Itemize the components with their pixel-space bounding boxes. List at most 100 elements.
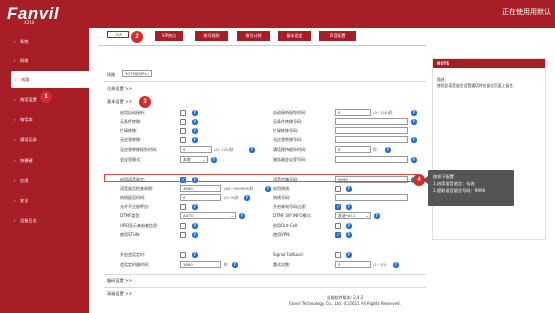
info-icon[interactable]: ? — [346, 186, 352, 192]
info-icon[interactable]: ? — [411, 137, 417, 143]
sidebar-item-function-key[interactable]: › 快捷键 — [10, 152, 89, 169]
row-label: 热线延迟时间: — [120, 195, 146, 200]
instruction-tooltip: 按如下配置 1.启用语音留言：勾选 2.提取语音留言号码：9999 — [423, 170, 514, 206]
section-register-settings[interactable]: 注册设置 >> — [107, 86, 132, 92]
info-icon[interactable]: ? — [192, 137, 198, 143]
forward-unconditional-checkbox[interactable] — [180, 119, 186, 125]
caller-display-checkbox[interactable] — [180, 223, 186, 229]
info-icon[interactable]: ? — [192, 223, 198, 229]
busy-number-input[interactable] — [335, 127, 408, 134]
stun-checkbox[interactable] — [180, 232, 186, 238]
row-label: 通话保持振铃时间: — [273, 147, 307, 152]
row-label: 会议室模式: — [120, 157, 142, 162]
tab-sip[interactable]: SIP — [107, 31, 129, 38]
conference-mode-select[interactable]: 本地 ⌄ — [180, 156, 208, 163]
hotline-delay-input[interactable]: 0 — [180, 194, 221, 201]
info-icon[interactable]: ? — [411, 157, 417, 163]
row-label: 忙碌转移号码: — [273, 128, 299, 133]
out-call-checkbox[interactable] — [335, 223, 341, 229]
info-icon[interactable]: ? — [411, 110, 417, 116]
info-icon[interactable]: ? — [249, 147, 255, 153]
auto-answer-checkbox[interactable] — [180, 110, 186, 116]
dtmf-type-select[interactable]: AUTO ⌄ — [180, 212, 236, 219]
row-label: DTMF类型: — [120, 213, 141, 218]
info-icon[interactable]: ? — [239, 213, 245, 219]
info-icon[interactable]: ? — [192, 252, 198, 258]
info-icon[interactable]: ? — [192, 204, 198, 210]
sidebar-item-call-log[interactable]: › 通话记录 — [10, 131, 89, 148]
info-icon[interactable]: ? — [244, 195, 250, 201]
session-timer-checkbox[interactable] — [180, 252, 186, 258]
info-icon[interactable]: ? — [211, 157, 217, 163]
row-label: 无应答转移振铃时间: — [120, 147, 158, 152]
session-timer-input[interactable]: 1800 — [180, 261, 221, 268]
chevron-down-icon: ⌄ — [146, 71, 150, 76]
row-label: DTMF SIP INFO模式: — [273, 213, 312, 218]
info-icon[interactable]: ? — [265, 186, 271, 192]
tab-dial-rule[interactable]: 拨号规则 — [195, 31, 228, 41]
section-codec-settings[interactable]: 编码设置 >> — [107, 278, 132, 284]
chevron-down-icon: ⌄ — [230, 213, 234, 218]
sidebar-item-application[interactable]: › 应用 — [10, 172, 89, 189]
highlight-frame — [104, 174, 420, 182]
sidebar-item-line[interactable]: › 线路 — [11, 71, 89, 88]
top-bar: Fanvil X210 正在使用用默认 — [0, 0, 555, 28]
retry-count-input[interactable]: 3 — [335, 261, 371, 268]
info-icon[interactable]: ? — [411, 119, 417, 125]
forward-busy-checkbox[interactable] — [180, 128, 186, 134]
unit-label: (0~120)秒 — [214, 147, 234, 152]
info-icon[interactable]: ? — [393, 262, 399, 268]
conference-number-input[interactable] — [335, 156, 408, 163]
sidebar-item-network[interactable]: › 网络 — [10, 52, 89, 69]
row-label: 热线号码: — [273, 195, 291, 200]
auto-answer-time-input[interactable]: 5 — [335, 109, 371, 116]
info-icon[interactable]: ? — [346, 252, 352, 258]
info-icon[interactable]: ? — [192, 119, 198, 125]
info-icon[interactable]: ? — [232, 262, 238, 268]
info-icon[interactable]: ? — [192, 110, 198, 116]
signal-fallback-checkbox[interactable] — [335, 252, 341, 258]
unconditional-number-input[interactable] — [335, 118, 408, 125]
info-icon[interactable]: ? — [192, 128, 198, 134]
unregistered-call-checkbox[interactable] — [180, 204, 186, 210]
section-advanced-settings[interactable]: 高级设置 >> — [107, 291, 132, 297]
tab-dial-plan[interactable]: 拨号计划 — [237, 31, 270, 41]
section-basic-settings[interactable]: 基本设置 >> — [107, 99, 132, 105]
info-icon[interactable]: ? — [346, 223, 352, 229]
hold-ring-time-input[interactable]: 0 — [335, 146, 371, 153]
info-icon[interactable]: ? — [346, 204, 352, 210]
row-label: 开启来电号码过滤: — [273, 204, 307, 209]
forward-no-answer-checkbox[interactable] — [180, 137, 186, 143]
chevron-down-icon: ⌄ — [365, 213, 369, 218]
unit-label: (0~120)秒 — [373, 110, 393, 115]
sidebar-item-system[interactable]: › 系统 — [10, 33, 89, 50]
mwi-period-input[interactable]: 3600 — [180, 185, 221, 192]
vpn-checkbox[interactable] — [335, 232, 341, 238]
info-icon[interactable]: ? — [385, 147, 391, 153]
hotline-number-input[interactable] — [335, 194, 408, 201]
line-select[interactable]: 5073@SIP1 ⌄ — [122, 70, 152, 77]
row-label: 开启会话定时: — [120, 252, 146, 257]
row-label: 启用热线: — [273, 186, 291, 191]
info-icon[interactable]: ? — [192, 232, 198, 238]
unit-label: 秒 — [373, 147, 377, 152]
no-answer-number-input[interactable] — [335, 136, 408, 143]
row-label: 忙碌转移: — [120, 128, 138, 133]
info-icon[interactable]: ? — [374, 213, 380, 219]
tab-basic-settings[interactable]: 基本设定 — [278, 31, 311, 41]
sidebar-item-security[interactable]: › 安全 — [10, 192, 89, 209]
note-title: NOTE — [433, 59, 545, 68]
info-icon[interactable]: ? — [346, 232, 352, 238]
dtmf-info-mode-select[interactable]: 发送*#11 ⌄ — [335, 212, 371, 219]
line-label: 线路 — [107, 72, 115, 77]
hotline-checkbox[interactable] — [335, 186, 341, 192]
sidebar-item-device-log[interactable]: › 设备日志 — [10, 212, 89, 229]
call-filter-checkbox[interactable] — [335, 204, 341, 210]
tab-divider — [98, 45, 426, 46]
tab-sip-hotspot[interactable]: SIP热点 — [155, 31, 183, 41]
no-answer-time-input[interactable]: 5 — [180, 146, 212, 153]
step-marker-3: 3 — [139, 96, 151, 108]
row-label: 服务器会议室号码: — [273, 157, 307, 162]
sidebar-item-phonebook[interactable]: › 电话本 — [10, 111, 89, 128]
tab-audio-config[interactable]: 声音配置 — [319, 31, 356, 41]
